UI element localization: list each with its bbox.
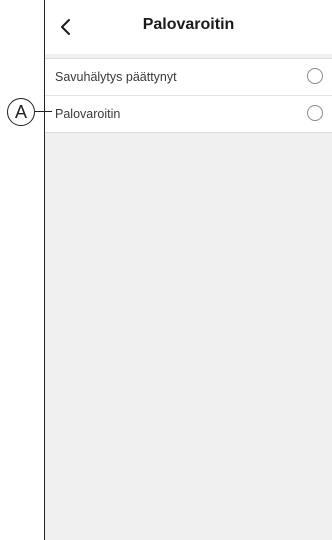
radio-button[interactable] <box>307 105 323 121</box>
option-list: Savuhälytys päättynyt Palovaroitin <box>45 58 332 133</box>
callout-marker: A <box>7 98 35 126</box>
app-header: Palovaroitin <box>45 0 332 54</box>
page: Palovaroitin Savuhälytys päättynyt Palov… <box>0 0 332 540</box>
callout-line <box>35 111 52 113</box>
list-item-palovaroitin[interactable]: Palovaroitin <box>45 95 332 132</box>
radio-button[interactable] <box>307 68 323 84</box>
page-title: Palovaroitin <box>142 16 235 33</box>
list-item-label: Palovaroitin <box>55 107 121 121</box>
list-item-label: Savuhälytys päättynyt <box>55 70 177 84</box>
list-item-savuhalytys-paattynyt[interactable]: Savuhälytys päättynyt <box>45 59 332 95</box>
callout-label: A <box>14 101 27 122</box>
app-screen: Palovaroitin Savuhälytys päättynyt Palov… <box>44 0 332 540</box>
